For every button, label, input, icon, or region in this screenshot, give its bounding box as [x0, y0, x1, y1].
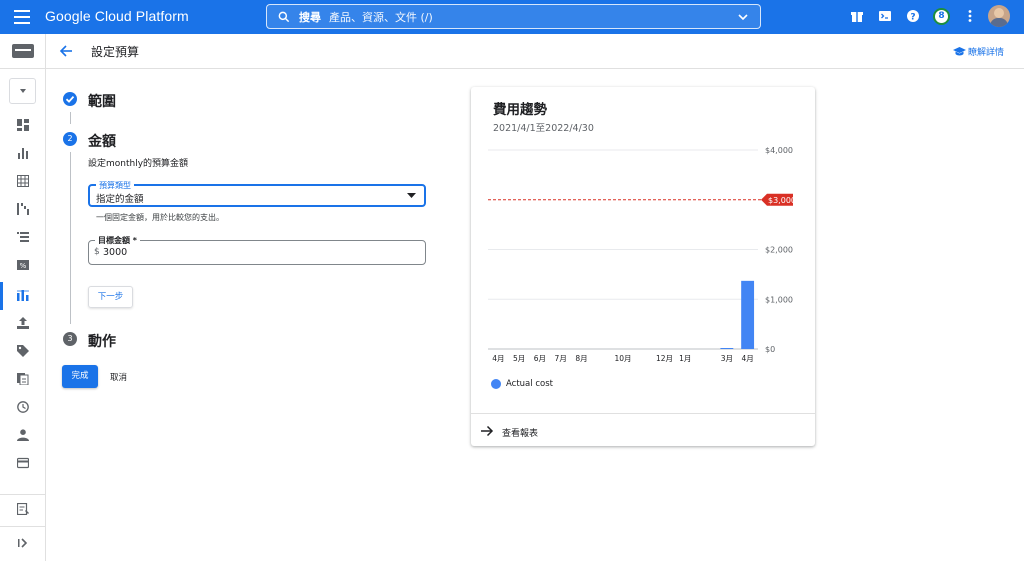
brand-title[interactable]: Google Cloud Platform — [45, 8, 189, 24]
avatar[interactable] — [988, 5, 1010, 27]
sidebar-item-credits[interactable]: % — [0, 252, 46, 280]
search-label: 搜尋 — [299, 10, 321, 24]
sidebar: % — [0, 34, 46, 561]
sidebar-expand-toggle[interactable] — [0, 530, 46, 558]
done-button[interactable]: 完成 — [62, 365, 98, 388]
page-header: 設定預算 瞭解詳情 — [46, 34, 1024, 69]
y-tick-label: $4,000 — [765, 146, 793, 155]
currency-symbol: $ — [94, 247, 100, 257]
list-icon — [17, 232, 29, 242]
sidebar-item-documents[interactable] — [0, 366, 46, 394]
dashboard-icon — [17, 119, 29, 131]
x-tick-label: 12月 — [656, 354, 673, 363]
documents-icon — [17, 373, 29, 385]
sidebar-item-pricing[interactable] — [0, 338, 46, 366]
sidebar-item-transactions[interactable] — [0, 394, 46, 422]
person-icon — [17, 429, 29, 441]
sidebar-item-release-notes[interactable] — [0, 496, 46, 524]
upload-icon — [17, 317, 29, 329]
expand-icon — [18, 538, 28, 548]
back-arrow-icon[interactable] — [59, 44, 73, 58]
menu-icon[interactable] — [14, 10, 30, 24]
chevron-down-icon[interactable] — [738, 12, 748, 22]
target-amount-input[interactable]: 目標金額 * $ 3000 — [88, 235, 426, 265]
budget-type-help: 一個固定金額，用於比較您的支出。 — [96, 213, 224, 222]
svg-text:?: ? — [910, 12, 915, 22]
budget-type-label: 預算類型 — [96, 180, 134, 191]
x-tick-label: 8月 — [575, 354, 587, 363]
clock-icon — [17, 401, 29, 413]
sidebar-item-reports[interactable] — [0, 140, 46, 168]
table-icon — [17, 175, 29, 187]
billing-logo-icon — [12, 44, 34, 58]
view-report-link[interactable]: 查看報表 — [471, 413, 815, 446]
step-1-title[interactable]: 範圍 — [88, 91, 116, 111]
next-button[interactable]: 下一步 — [88, 286, 133, 308]
release-notes-icon — [17, 503, 29, 515]
step-2-title[interactable]: 金額 — [88, 131, 116, 151]
step-2-number: 2 — [63, 132, 77, 146]
cancel-button[interactable]: 取消 — [110, 371, 127, 383]
y-tick-label: $2,000 — [765, 246, 793, 255]
budget-icon — [17, 290, 29, 301]
x-tick-label: 4月 — [741, 354, 753, 363]
cost-trend-chart: $4,000 $2,000 $1,000 $0 $3,000 4月 5月 6月 7月 8月 10月 1… — [488, 146, 796, 363]
x-tick-label: 1月 — [679, 354, 691, 363]
target-amount-value: 3000 — [103, 247, 128, 258]
x-tick-label: 10月 — [614, 354, 631, 363]
help-icon[interactable]: ? — [906, 9, 920, 23]
chart-legend: Actual cost — [491, 379, 553, 389]
sidebar-item-cost-table[interactable] — [0, 168, 46, 196]
x-tick-label: 6月 — [534, 354, 546, 363]
search-input[interactable]: 搜尋 產品、資源、文件 (/) — [266, 4, 761, 29]
percent-icon: % — [17, 260, 29, 270]
budget-type-select[interactable]: 預算類型 指定的金額 — [88, 180, 426, 207]
x-tick-label: 4月 — [492, 354, 504, 363]
top-bar: Google Cloud Platform 搜尋 產品、資源、文件 (/) ? … — [0, 0, 1024, 34]
gift-icon[interactable] — [850, 9, 864, 23]
search-placeholder: 產品、資源、文件 (/) — [329, 10, 433, 24]
y-tick-label: $1,000 — [765, 295, 793, 304]
billing-account-select[interactable] — [9, 78, 36, 104]
x-tick-label: 7月 — [555, 354, 567, 363]
y-tick-label: $0 — [765, 345, 775, 354]
sidebar-item-cost-breakdown[interactable] — [0, 196, 46, 224]
svg-text:%: % — [20, 262, 27, 270]
sidebar-item-commitments[interactable] — [0, 224, 46, 252]
breakdown-icon — [17, 203, 29, 215]
credit-card-icon — [17, 457, 29, 469]
legend-label: Actual cost — [506, 379, 553, 389]
dropdown-arrow-icon — [407, 193, 416, 198]
arrow-right-icon — [481, 425, 494, 437]
sidebar-item-budgets[interactable] — [0, 282, 46, 310]
bar — [720, 348, 734, 349]
page-title: 設定預算 — [91, 45, 140, 59]
sidebar-item-payment-settings[interactable] — [0, 422, 46, 450]
cloud-shell-icon[interactable] — [878, 9, 892, 23]
search-icon — [278, 11, 290, 22]
bar-chart-icon — [18, 148, 28, 159]
learn-more-link[interactable]: 瞭解詳情 — [952, 45, 1004, 58]
sidebar-item-billing-export[interactable] — [0, 310, 46, 338]
sidebar-item-payment-method[interactable] — [0, 450, 46, 478]
target-amount-label: 目標金額 * — [95, 235, 140, 246]
bar — [741, 280, 755, 349]
school-icon — [952, 46, 966, 55]
legend-swatch — [491, 379, 501, 389]
sidebar-item-overview[interactable] — [0, 112, 46, 140]
notifications-badge[interactable]: 8 — [933, 8, 950, 25]
more-vert-icon[interactable] — [963, 9, 977, 23]
cost-trend-card: 費用趨勢 2021/4/1至2022/4/30 $4,000 $2,000 $1,0… — [471, 87, 815, 446]
step-1-check-icon — [63, 92, 77, 106]
step-3-number: 3 — [63, 332, 77, 346]
tag-icon — [17, 345, 29, 357]
x-tick-label: 5月 — [513, 354, 525, 363]
amount-description: 設定monthly的預算金額 — [88, 159, 189, 169]
x-tick-label: 3月 — [721, 354, 733, 363]
budget-threshold-label: $3,000 — [768, 196, 796, 205]
budget-type-value: 指定的金額 — [96, 194, 144, 205]
step-3-title[interactable]: 動作 — [88, 331, 116, 351]
